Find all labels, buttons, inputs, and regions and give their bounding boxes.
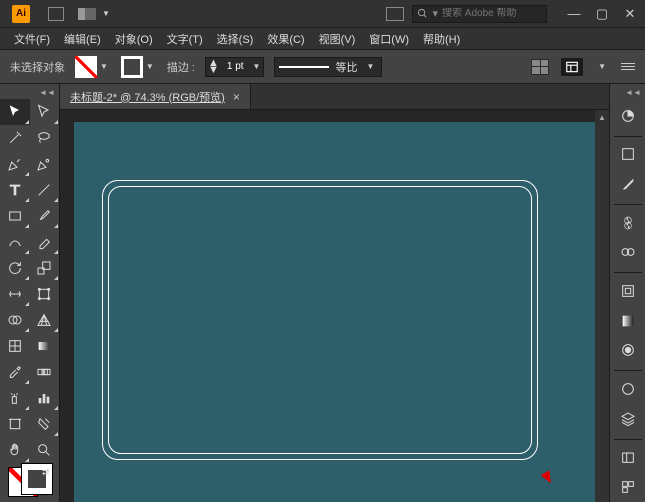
menu-bar: 文件(F) 编辑(E) 对象(O) 文字(T) 选择(S) 效果(C) 视图(V… xyxy=(0,28,645,50)
chevron-down-icon: ▼ xyxy=(99,9,113,18)
app-logo: Ai xyxy=(12,5,30,23)
menu-view[interactable]: 视图(V) xyxy=(313,29,362,49)
chevron-down-icon[interactable]: ▼ xyxy=(250,62,264,71)
search-input[interactable] xyxy=(442,8,542,19)
magic-wand-tool[interactable] xyxy=(0,125,30,151)
cloud-sync-icon[interactable] xyxy=(386,7,404,21)
chevron-down-icon: ▼ xyxy=(363,62,377,71)
menu-object[interactable]: 对象(O) xyxy=(109,29,159,49)
menu-window[interactable]: 窗口(W) xyxy=(363,29,415,49)
fill-stroke-control[interactable]: ⇄ xyxy=(8,467,52,494)
stroke-profile-select[interactable]: 等比 ▼ xyxy=(274,57,382,77)
line-tool[interactable] xyxy=(30,177,60,203)
profile-line-icon xyxy=(279,66,329,68)
transparency-panel-icon[interactable] xyxy=(614,338,642,364)
pen-tool[interactable] xyxy=(0,151,30,177)
slice-tool[interactable] xyxy=(30,411,60,437)
column-graph-tool[interactable] xyxy=(30,385,60,411)
artboards-panel-icon[interactable] xyxy=(614,474,642,500)
paintbrush-tool[interactable] xyxy=(30,203,60,229)
stepper-down-icon[interactable]: ▼ xyxy=(208,67,219,74)
minimize-button[interactable]: ― xyxy=(563,5,585,23)
asset-export-panel-icon[interactable] xyxy=(614,445,642,471)
maximize-button[interactable]: ▢ xyxy=(591,5,613,23)
scroll-up-icon[interactable]: ▲ xyxy=(595,110,609,124)
selection-status: 未选择对象 xyxy=(10,59,65,75)
free-transform-tool[interactable] xyxy=(30,281,60,307)
eyedropper-tool[interactable] xyxy=(0,359,30,385)
canvas-viewport[interactable]: ▲ xyxy=(60,110,609,502)
perspective-grid-tool[interactable] xyxy=(30,307,60,333)
type-tool[interactable] xyxy=(0,177,30,203)
lasso-tool[interactable] xyxy=(30,125,60,151)
mesh-tool[interactable] xyxy=(0,333,30,359)
menu-effect[interactable]: 效果(C) xyxy=(261,29,310,49)
swap-fill-stroke-icon[interactable]: ⇄ xyxy=(42,467,50,478)
collapse-icon[interactable]: ◄◄ xyxy=(39,88,55,97)
doc-layout-icon[interactable] xyxy=(48,7,64,21)
dropdown-arrow-icon: ▾ xyxy=(432,7,438,20)
vertical-scrollbar[interactable]: ▲ xyxy=(595,110,609,502)
chevron-down-icon[interactable]: ▼ xyxy=(595,62,609,71)
close-tab-icon[interactable]: × xyxy=(233,90,240,104)
curvature-tool[interactable] xyxy=(30,151,60,177)
symbol-sprayer-tool[interactable] xyxy=(0,385,30,411)
options-menu-icon[interactable] xyxy=(621,63,635,70)
menu-select[interactable]: 选择(S) xyxy=(211,29,260,49)
panel-options-icon[interactable] xyxy=(561,58,583,76)
swatches-panel-icon[interactable] xyxy=(614,142,642,168)
brushes-panel-icon[interactable] xyxy=(614,171,642,197)
search-box[interactable]: ▾ xyxy=(412,5,547,23)
tools-panel: ◄◄ xyxy=(0,84,60,502)
panel-dock: ◄◄ xyxy=(609,84,645,502)
eraser-tool[interactable] xyxy=(30,229,60,255)
expand-panels-icon[interactable]: ◄◄ xyxy=(625,88,641,97)
color-panel-icon[interactable] xyxy=(614,103,642,129)
width-tool[interactable] xyxy=(0,281,30,307)
artboard-tool[interactable] xyxy=(0,411,30,437)
stroke-color-control[interactable]: ▼ xyxy=(121,56,157,78)
transparency-grid-icon[interactable] xyxy=(531,59,549,75)
gradient-panel-icon[interactable] xyxy=(614,308,642,334)
menu-type[interactable]: 文字(T) xyxy=(161,29,209,49)
title-bar: Ai ▼ ▾ ― ▢ ✕ xyxy=(0,0,645,28)
zoom-tool[interactable] xyxy=(30,437,60,463)
rectangle-tool[interactable] xyxy=(0,203,30,229)
shape-builder-tool[interactable] xyxy=(0,307,30,333)
document-tab-title: 未标题-2* @ 74.3% (RGB/预览) xyxy=(70,89,225,105)
options-bar: 未选择对象 ▼ ▼ 描边 : ▲▼ 1 pt ▼ 等比 ▼ ▼ xyxy=(0,50,645,84)
workspace-switcher[interactable]: ▼ xyxy=(74,6,117,22)
graphic-styles-panel-icon[interactable] xyxy=(614,240,642,266)
appearance-panel-icon[interactable] xyxy=(614,376,642,402)
gradient-tool[interactable] xyxy=(30,333,60,359)
layers-panel-icon[interactable] xyxy=(614,406,642,432)
blend-tool[interactable] xyxy=(30,359,60,385)
hand-tool[interactable] xyxy=(0,437,30,463)
stroke-weight-value[interactable]: 1 pt xyxy=(221,61,250,72)
artboard[interactable] xyxy=(74,122,595,502)
selection-tool[interactable] xyxy=(0,99,30,125)
menu-help[interactable]: 帮助(H) xyxy=(417,29,466,49)
cursor-pointer-icon xyxy=(541,470,556,485)
menu-file[interactable]: 文件(F) xyxy=(8,29,56,49)
document-tab[interactable]: 未标题-2* @ 74.3% (RGB/预览) × xyxy=(60,84,251,109)
stroke-weight-stepper[interactable]: ▲▼ 1 pt ▼ xyxy=(205,57,265,77)
stroke-panel-icon[interactable] xyxy=(614,278,642,304)
stroke-label: 描边 : xyxy=(167,59,195,75)
rotate-tool[interactable] xyxy=(0,255,30,281)
rounded-rectangle-inner[interactable] xyxy=(108,186,532,454)
fill-color-control[interactable]: ▼ xyxy=(75,56,111,78)
menu-edit[interactable]: 编辑(E) xyxy=(58,29,107,49)
document-tabs: 未标题-2* @ 74.3% (RGB/预览) × xyxy=(60,84,609,110)
scale-tool[interactable] xyxy=(30,255,60,281)
close-button[interactable]: ✕ xyxy=(619,5,641,23)
search-icon xyxy=(417,8,428,19)
symbols-panel-icon[interactable] xyxy=(614,210,642,236)
shaper-tool[interactable] xyxy=(0,229,30,255)
direct-selection-tool[interactable] xyxy=(30,99,60,125)
